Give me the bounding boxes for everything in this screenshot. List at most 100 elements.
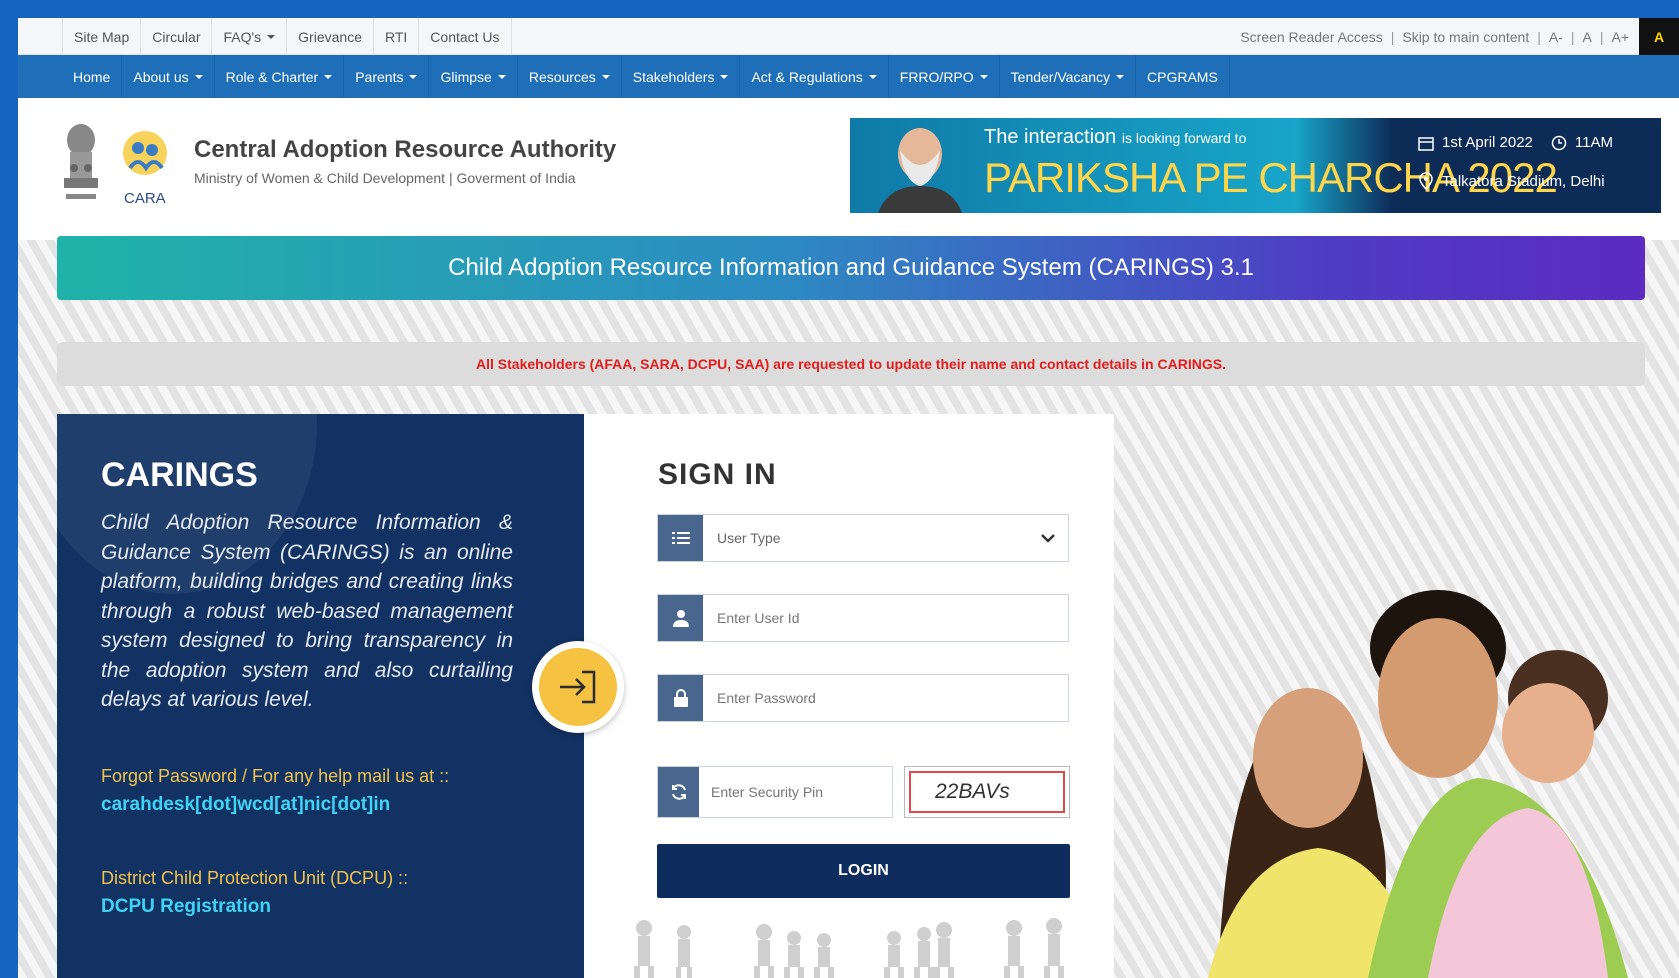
panel-title: CARINGS [101, 456, 258, 494]
chevron-down-icon [267, 34, 276, 39]
chevron-down-icon [194, 74, 203, 79]
user-type-select[interactable]: User Type [657, 514, 1069, 562]
list-icon [658, 515, 703, 561]
chevron-down-icon [1116, 74, 1125, 79]
banner-line1-small: is looking forward to [1121, 130, 1247, 146]
nav-item-label: Parents [355, 68, 404, 85]
screen-reader-link[interactable]: Screen Reader Access [1240, 29, 1382, 45]
speaker-portrait-icon [878, 128, 962, 213]
nav-item-label: CPGRAMS [1147, 68, 1218, 85]
nav-item-label: Stakeholders [632, 68, 715, 85]
password-input[interactable] [703, 675, 1068, 721]
font-increase-button[interactable]: A+ [1611, 29, 1629, 45]
chevron-down-icon [601, 74, 610, 79]
login-button[interactable]: LOGIN [657, 844, 1070, 898]
font-decrease-button[interactable]: A- [1549, 29, 1563, 45]
nav-item-home[interactable]: Home [62, 55, 123, 98]
helpdesk-email-link[interactable]: carahdesk[dot]wcd[at]nic[dot]in [101, 794, 390, 816]
org-subtitle: Ministry of Women & Child Development | … [194, 170, 576, 186]
banner-line1-text: The interaction [984, 126, 1117, 148]
clock-icon [1551, 135, 1567, 150]
page: Site Map Circular FAQ's Grievance RTI Co… [18, 18, 1679, 978]
panel-description: Child Adoption Resource Information & Gu… [101, 511, 513, 711]
nav-item-label: Home [73, 68, 111, 85]
user-id-field [657, 594, 1069, 642]
dcpu-label: District Child Protection Unit (DCPU) :: [101, 868, 409, 888]
main-nav: Home About us Role & Charter Parents Glimpse… [18, 55, 1679, 98]
separator: | [1537, 28, 1541, 45]
refresh-icon[interactable] [658, 767, 699, 817]
sign-in-badge [532, 641, 624, 733]
cara-logo-text: CARA [124, 190, 166, 207]
security-pin-field [657, 766, 893, 818]
nav-item-parents[interactable]: Parents [344, 55, 430, 98]
family-photo [1208, 590, 1628, 978]
nav-item-label: Act & Regulations [751, 68, 863, 85]
high-contrast-button[interactable]: A [1639, 18, 1679, 55]
util-link-site-map[interactable]: Site Map [62, 18, 140, 55]
nav-item-resources[interactable]: Resources [518, 55, 622, 98]
nav-item-label: Tender/Vacancy [1010, 68, 1111, 85]
chevron-down-icon [324, 74, 333, 79]
carings-info-panel: CARINGS Child Adoption Resource Informat… [57, 414, 584, 978]
nav-item-cpgrams[interactable]: CPGRAMS [1136, 55, 1230, 98]
chevron-down-icon [409, 74, 418, 79]
nav-item-label: Resources [528, 68, 596, 85]
nav-item-label: Role & Charter [225, 68, 319, 85]
national-emblem-icon [64, 124, 98, 199]
cara-logo-icon [123, 131, 167, 175]
nav-item-role-charter[interactable]: Role & Charter [215, 55, 345, 98]
utility-links: Site Map Circular FAQ's Grievance RTI Co… [62, 18, 512, 55]
sign-in-arrow-icon [539, 648, 617, 726]
sign-in-title: SIGN IN [658, 458, 777, 491]
banner-venue: Talkatora Stadium, Delhi [1418, 172, 1605, 190]
calendar-icon [1418, 136, 1434, 151]
notice-banner: All Stakeholders (AFAA, SARA, DCPU, SAA)… [57, 342, 1645, 386]
banner-venue-text: Talkatora Stadium, Delhi [1442, 172, 1605, 190]
util-link-contact-us[interactable]: Contact Us [418, 18, 512, 55]
user-type-value: User Type [717, 530, 781, 546]
nav-item-stakeholders[interactable]: Stakeholders [622, 55, 741, 98]
accessibility-tools: Screen Reader Access | Skip to main cont… [1240, 18, 1679, 55]
user-id-input[interactable] [703, 595, 1068, 641]
separator: | [1599, 28, 1604, 45]
separator: | [1570, 28, 1575, 45]
org-name: Central Adoption Resource Authority [194, 136, 617, 163]
nav-item-tender-vacancy[interactable]: Tender/Vacancy [1000, 55, 1137, 98]
font-normal-button[interactable]: A [1583, 29, 1592, 45]
site-header: CARA Central Adoption Resource Authority… [18, 98, 1679, 240]
sign-in-panel: SIGN IN User Type Enter User Id Enter Se… [584, 414, 1114, 978]
util-link-circular[interactable]: Circular [140, 18, 211, 55]
captcha-text: 22BAVs [909, 771, 1065, 813]
dcpu-registration-link[interactable]: DCPU Registration [101, 896, 271, 918]
nav-item-glimpse[interactable]: Glimpse [429, 55, 518, 98]
banner-time-text: 11AM [1574, 134, 1613, 151]
chevron-down-icon [497, 74, 506, 79]
captcha-image: 22BAVs [904, 766, 1070, 818]
nav-item-frro-rpo[interactable]: FRRO/RPO [889, 55, 1000, 98]
carings-title-bar: Child Adoption Resource Information and … [57, 236, 1645, 300]
security-pin-input[interactable] [699, 767, 892, 817]
util-link-grievance[interactable]: Grievance [286, 18, 373, 55]
lock-icon [658, 675, 703, 721]
skip-to-content-link[interactable]: Skip to main content [1402, 29, 1529, 45]
util-link-rti[interactable]: RTI [372, 18, 418, 55]
chevron-down-icon [720, 74, 729, 79]
user-icon [658, 595, 703, 641]
utility-bar: Site Map Circular FAQ's Grievance RTI Co… [18, 18, 1679, 55]
separator: | [1390, 28, 1395, 45]
location-icon [1419, 172, 1433, 190]
nav-item-act-regulations[interactable]: Act & Regulations [740, 55, 889, 98]
children-silhouette-icon [634, 918, 1064, 978]
nav-item-about-us[interactable]: About us [122, 55, 215, 98]
banner-date-text: 1st April 2022 [1442, 134, 1533, 151]
banner-line1: The interaction is looking forward to [984, 126, 1246, 149]
pariksha-banner[interactable]: The interaction is looking forward to PA… [850, 118, 1661, 213]
util-link-faqs-label: FAQ's [223, 28, 262, 45]
forgot-password-text: Forgot Password / For any help mail us a… [101, 766, 450, 786]
chevron-down-icon [868, 74, 877, 79]
util-link-faqs[interactable]: FAQ's [211, 18, 286, 55]
nav-item-label: FRRO/RPO [899, 68, 974, 85]
chevron-down-icon [979, 74, 988, 79]
nav-item-label: Glimpse [440, 68, 492, 85]
